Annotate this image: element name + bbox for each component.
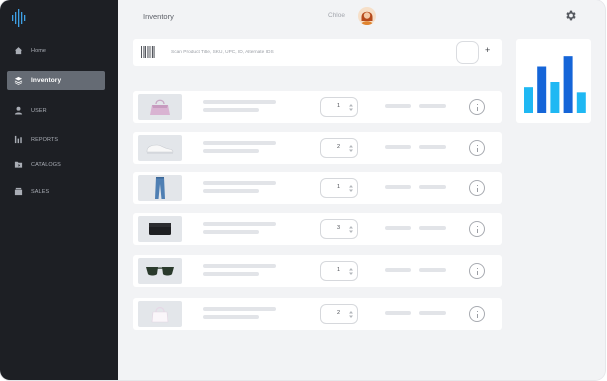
logo-icon	[12, 9, 26, 27]
add-button[interactable]: +	[485, 45, 490, 55]
quantity-value: 1	[337, 103, 341, 109]
quantity-stepper[interactable]: 1	[320, 178, 358, 198]
price-placeholder	[385, 268, 411, 272]
layers-icon	[13, 76, 23, 86]
bar-chart	[524, 56, 586, 113]
chart-bar	[550, 82, 560, 113]
price-placeholder	[385, 311, 411, 315]
stepper-arrows-icon[interactable]	[348, 267, 354, 276]
total-placeholder	[419, 185, 446, 189]
total-placeholder	[419, 311, 446, 315]
stepper-arrows-icon[interactable]	[348, 103, 354, 112]
app-window: Home Inventory USER REPORTS CATALOGS SAL…	[0, 0, 605, 380]
quantity-value: 1	[337, 184, 341, 190]
quantity-stepper[interactable]: 3	[320, 219, 358, 239]
total-placeholder	[419, 226, 446, 230]
quantity-value: 3	[337, 225, 341, 231]
table-row[interactable]: 1	[133, 91, 502, 123]
gear-icon[interactable]	[564, 9, 577, 22]
stepper-arrows-icon[interactable]	[348, 184, 354, 193]
sidebar-item-label: Home	[31, 47, 47, 54]
chart-bar	[576, 92, 586, 113]
table-row[interactable]: 1	[133, 172, 502, 204]
home-icon	[13, 46, 23, 56]
register-icon	[13, 187, 23, 197]
scan-button[interactable]	[456, 41, 479, 64]
table-row[interactable]: 3	[133, 213, 502, 245]
product-thumbnail-black-clutch	[138, 216, 182, 242]
product-name-placeholder	[203, 181, 276, 185]
sidebar-item-sales[interactable]: SALES	[7, 182, 105, 201]
sidebar-item-home[interactable]: Home	[7, 41, 105, 60]
search-input[interactable]	[171, 47, 391, 58]
price-placeholder	[385, 185, 411, 189]
bar-chart-icon	[13, 135, 23, 145]
info-icon[interactable]	[469, 180, 485, 196]
info-icon[interactable]	[469, 263, 485, 279]
search-bar: +	[133, 39, 502, 66]
total-placeholder	[419, 268, 446, 272]
total-placeholder	[419, 104, 446, 108]
product-name-placeholder	[203, 264, 276, 268]
sidebar-item-reports[interactable]: REPORTS	[7, 130, 105, 149]
chart-bar	[537, 66, 547, 113]
product-name-placeholder	[203, 141, 276, 145]
sidebar-item-catalogs[interactable]: CATALOGS	[7, 155, 105, 174]
quantity-stepper[interactable]: 2	[320, 138, 358, 158]
sidebar-item-label: CATALOGS	[31, 161, 61, 168]
chart-bar	[524, 87, 533, 113]
user-icon	[13, 106, 23, 116]
chart-card	[516, 39, 591, 123]
page-title: Inventory	[143, 12, 174, 21]
quantity-value: 2	[337, 310, 341, 316]
table-row[interactable]: 1	[133, 255, 502, 287]
sidebar-item-label: Inventory	[31, 77, 62, 84]
product-thumbnail-white-tote-bag	[138, 301, 182, 327]
product-thumbnail-pink-handbag	[138, 94, 182, 120]
price-placeholder	[385, 226, 411, 230]
product-name-placeholder	[203, 100, 276, 104]
product-sku-placeholder	[203, 230, 259, 234]
sidebar: Home Inventory USER REPORTS CATALOGS SAL…	[0, 0, 118, 380]
folder-icon	[13, 160, 23, 170]
sidebar-item-label: REPORTS	[31, 136, 59, 143]
product-thumbnail-sunglasses	[138, 258, 182, 284]
stepper-arrows-icon[interactable]	[348, 310, 354, 319]
sidebar-item-inventory[interactable]: Inventory	[7, 71, 105, 90]
product-thumbnail-white-sneaker	[138, 135, 182, 161]
quantity-value: 2	[337, 144, 341, 150]
chart-bar	[563, 56, 573, 113]
sidebar-item-user[interactable]: USER	[7, 101, 105, 120]
quantity-value: 1	[337, 267, 341, 273]
product-thumbnail-blue-jeans	[138, 175, 182, 201]
user-name: Chloe	[328, 12, 345, 19]
table-row[interactable]: 2	[133, 132, 502, 164]
product-sku-placeholder	[203, 108, 259, 112]
stepper-arrows-icon[interactable]	[348, 225, 354, 234]
product-sku-placeholder	[203, 315, 259, 319]
quantity-stepper[interactable]: 2	[320, 304, 358, 324]
info-icon[interactable]	[469, 140, 485, 156]
product-sku-placeholder	[203, 272, 259, 276]
info-icon[interactable]	[469, 306, 485, 322]
total-placeholder	[419, 145, 446, 149]
main-content: Inventory Chloe Scan Product Title, SKU,…	[118, 0, 605, 380]
info-icon[interactable]	[469, 99, 485, 115]
price-placeholder	[385, 145, 411, 149]
product-name-placeholder	[203, 222, 276, 226]
info-icon[interactable]	[469, 221, 485, 237]
quantity-stepper[interactable]: 1	[320, 97, 358, 117]
avatar[interactable]	[358, 7, 376, 25]
sidebar-item-label: SALES	[31, 188, 50, 195]
product-sku-placeholder	[203, 189, 259, 193]
price-placeholder	[385, 104, 411, 108]
product-sku-placeholder	[203, 149, 259, 153]
sidebar-item-label: USER	[31, 107, 47, 114]
quantity-stepper[interactable]: 1	[320, 261, 358, 281]
product-name-placeholder	[203, 307, 276, 311]
barcode-icon[interactable]	[141, 46, 155, 58]
stepper-arrows-icon[interactable]	[348, 144, 354, 153]
table-row[interactable]: 2	[133, 298, 502, 330]
